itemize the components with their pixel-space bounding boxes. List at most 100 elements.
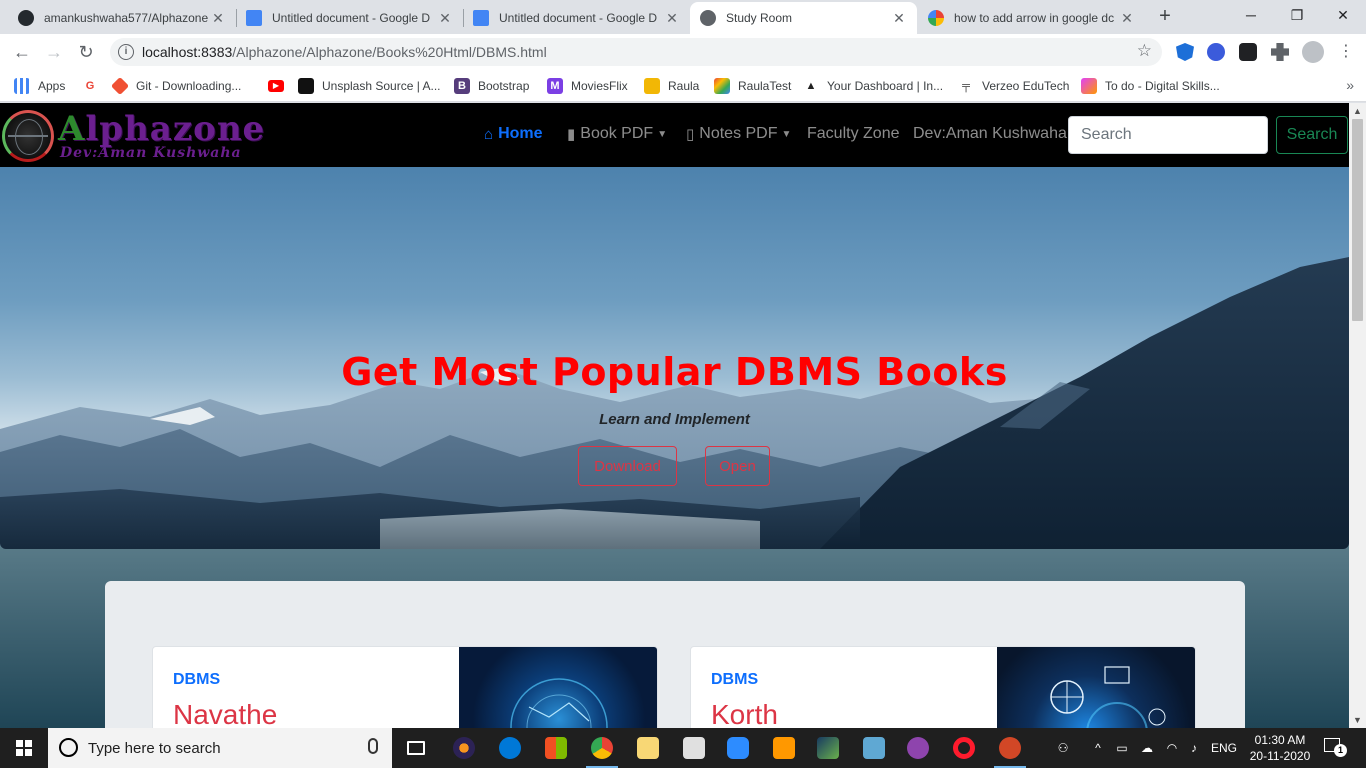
bookmark-moviesflix[interactable]: M MoviesFlix: [547, 77, 628, 95]
bookmark-todo[interactable]: To do - Digital Skills...: [1081, 77, 1220, 95]
book-cover-image: [459, 647, 657, 728]
maximize-button[interactable]: ❐: [1274, 0, 1320, 30]
tab-study-room[interactable]: Study Room ✕: [690, 2, 917, 34]
close-icon[interactable]: ✕: [891, 10, 907, 27]
book-title: Navathe: [173, 699, 278, 728]
wifi-icon[interactable]: ◠: [1162, 728, 1182, 768]
address-bar[interactable]: i localhost:8383/Alphazone/Alphazone/Boo…: [110, 38, 1162, 66]
url-text[interactable]: localhost:8383/Alphazone/Alphazone/Books…: [142, 44, 547, 60]
sublime-text-icon[interactable]: [766, 732, 802, 764]
books-section: DBMS Navathe DBMS Korth: [105, 581, 1245, 728]
brand-logo[interactable]: Alphazone Dev:Aman Kushwaha: [2, 107, 272, 163]
nav-dev[interactable]: Dev:Aman Kushwaha: [913, 125, 1067, 143]
bookmark-bootstrap[interactable]: B Bootstrap: [454, 77, 529, 95]
back-icon[interactable]: ←: [10, 40, 34, 64]
zoom-icon[interactable]: [720, 732, 756, 764]
system-clock[interactable]: 01:30 AM 20-11-2020: [1244, 732, 1316, 764]
forward-icon[interactable]: →: [42, 40, 66, 64]
github-desktop-icon[interactable]: [900, 732, 936, 764]
reload-icon[interactable]: ↻: [74, 40, 98, 64]
notepad-icon[interactable]: [676, 732, 712, 764]
browser-toolbar: ← → ↻ i localhost:8383/Alphazone/Alphazo…: [0, 34, 1366, 70]
close-icon[interactable]: ✕: [437, 10, 453, 27]
nav-faculty-zone[interactable]: Faculty Zone: [807, 125, 899, 143]
close-icon[interactable]: ✕: [1119, 10, 1135, 27]
globe-logo-icon: [2, 110, 54, 162]
start-button[interactable]: [0, 728, 48, 768]
nav-home[interactable]: ⌂ Home: [484, 125, 543, 143]
window-close-button[interactable]: ✕: [1320, 0, 1366, 30]
bookmark-apps[interactable]: Apps: [14, 77, 65, 95]
raula-icon: [644, 78, 660, 94]
extension-icon[interactable]: [1207, 43, 1225, 61]
tab-google-docs-1[interactable]: Untitled document - Google D ✕: [236, 2, 463, 34]
bookmark-verzeo[interactable]: ╤ Verzeo EduTech: [958, 77, 1069, 95]
bookmark-raula[interactable]: Raula: [644, 77, 699, 95]
notification-count: 1: [1334, 744, 1347, 757]
puzzle-icon[interactable]: [1271, 43, 1289, 61]
eclipse-icon[interactable]: [446, 732, 482, 764]
bookmark-dashboard[interactable]: ▲ Your Dashboard | In...: [803, 77, 944, 95]
site-search-button[interactable]: Search: [1276, 116, 1348, 154]
moviesflix-icon: M: [547, 78, 563, 94]
windows-logo-icon: [16, 740, 32, 756]
store-icon[interactable]: [538, 732, 574, 764]
site-search-input[interactable]: [1068, 116, 1268, 154]
scrollbar-thumb[interactable]: [1352, 119, 1363, 321]
minimize-button[interactable]: ─: [1228, 0, 1274, 30]
bookmark-google[interactable]: G: [82, 77, 106, 95]
brand-subtitle: Dev:Aman Kushwaha: [60, 145, 242, 161]
volume-icon[interactable]: ♪: [1184, 728, 1204, 768]
hero-banner: Get Most Popular DBMS Books Learn and Im…: [0, 167, 1349, 549]
people-icon[interactable]: ⚇: [1052, 728, 1074, 768]
powerpoint-icon[interactable]: [992, 732, 1028, 768]
caret-down-icon: ▼: [657, 128, 668, 140]
book-card[interactable]: DBMS Korth: [690, 646, 1196, 728]
tab-google-search[interactable]: how to add arrow in google dc ✕: [918, 2, 1145, 34]
bookmark-youtube[interactable]: ▶: [268, 77, 292, 95]
book-card[interactable]: DBMS Navathe: [152, 646, 658, 728]
close-icon[interactable]: ✕: [210, 10, 226, 27]
youtube-icon: ▶: [268, 80, 284, 92]
control-panel-icon[interactable]: [856, 732, 892, 764]
globe-icon: [700, 10, 716, 26]
language-indicator[interactable]: ENG: [1208, 728, 1240, 768]
bookmark-star-icon[interactable]: ☆: [1137, 41, 1152, 61]
edge-icon[interactable]: [492, 732, 528, 764]
action-center-button[interactable]: 1: [1320, 736, 1348, 760]
tray-expand-icon[interactable]: ^: [1090, 728, 1106, 768]
menu-kebab-icon[interactable]: ⋮: [1334, 40, 1358, 64]
page-scrollbar[interactable]: ▲ ▼: [1349, 103, 1366, 728]
tab-github[interactable]: amankushwaha577/Alphazone ✕: [8, 2, 236, 34]
onedrive-icon[interactable]: ☁: [1136, 728, 1158, 768]
microphone-icon[interactable]: [368, 738, 378, 754]
bookmark-git[interactable]: Git - Downloading...: [110, 76, 241, 96]
profile-avatar[interactable]: [1302, 41, 1324, 63]
cube-extension-icon[interactable]: [1239, 43, 1257, 61]
bookmarks-overflow-icon[interactable]: »: [1346, 77, 1354, 93]
opera-icon[interactable]: [946, 732, 982, 764]
chrome-icon[interactable]: [584, 732, 620, 768]
scroll-down-icon[interactable]: ▼: [1353, 715, 1362, 725]
info-icon[interactable]: i: [118, 44, 134, 60]
open-button[interactable]: Open: [705, 446, 770, 486]
nav-notes-pdf[interactable]: ▯ Notes PDF ▼: [686, 125, 791, 143]
taskbar-search-box[interactable]: Type here to search: [48, 728, 392, 768]
scroll-up-icon[interactable]: ▲: [1353, 106, 1362, 116]
tab-google-docs-2[interactable]: Untitled document - Google D ✕: [463, 2, 690, 34]
battery-icon[interactable]: ▭: [1112, 728, 1132, 768]
nav-book-pdf[interactable]: ▮ Book PDF ▼: [567, 125, 667, 143]
file-explorer-icon[interactable]: [630, 732, 666, 764]
apps-grid-icon: [14, 78, 30, 94]
bookmark-raulatest[interactable]: RaulaTest: [714, 77, 791, 95]
virtualbox-icon[interactable]: [810, 732, 846, 764]
file-pdf-icon: ▯: [686, 126, 695, 143]
shield-extension-icon[interactable]: [1176, 43, 1194, 61]
task-view-icon[interactable]: [398, 732, 434, 764]
site-navbar: Alphazone Dev:Aman Kushwaha ⌂ Home ▮ Boo…: [0, 103, 1349, 167]
download-button[interactable]: Download: [578, 446, 677, 486]
bookmark-unsplash[interactable]: Unsplash Source | A...: [298, 77, 441, 95]
new-tab-button[interactable]: +: [1154, 6, 1176, 28]
close-icon[interactable]: ✕: [664, 10, 680, 27]
book-cover-image: [997, 647, 1195, 728]
